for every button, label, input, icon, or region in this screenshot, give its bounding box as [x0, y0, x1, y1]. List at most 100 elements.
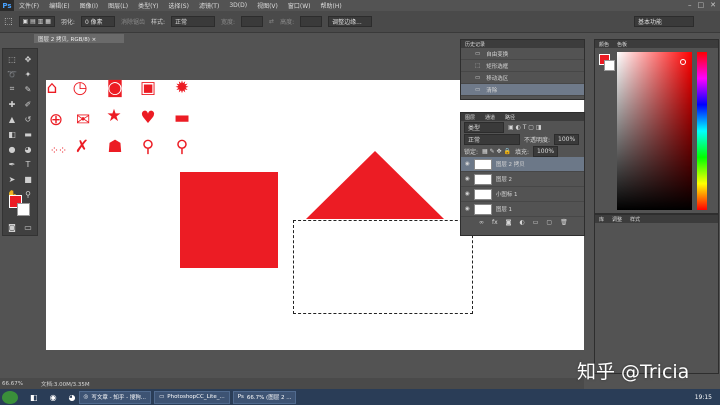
eraser-tool-icon[interactable]: ◧ — [6, 128, 18, 140]
screen-mode-icon[interactable]: ▭ — [22, 221, 34, 233]
tab-channels[interactable]: 通道 — [485, 114, 495, 121]
lock-icons[interactable]: ▦ ✎ ✥ 🔒 — [482, 148, 511, 155]
hue-slider[interactable] — [697, 52, 707, 210]
menu-view[interactable]: 视图(V) — [252, 1, 283, 10]
antialias-checkbox[interactable]: 消除锯齿 — [121, 17, 145, 26]
layer-row[interactable]: ◉ 图层 2 — [461, 172, 584, 187]
zoom-tool-icon[interactable]: ⚲ — [22, 188, 34, 200]
menu-filter[interactable]: 滤镜(T) — [194, 1, 224, 10]
lasso-tool-icon[interactable]: ➰ — [6, 68, 18, 80]
height-input[interactable] — [300, 16, 323, 27]
history-item[interactable]: ▭ 自由变换 — [461, 48, 584, 60]
menu-select[interactable]: 选择(S) — [163, 1, 194, 10]
photoshop-icon: Ps — [237, 394, 244, 400]
opacity-input[interactable]: 100% — [554, 133, 580, 145]
selection-marquee — [293, 220, 473, 314]
color-picker-field[interactable] — [617, 52, 692, 210]
minimize-icon[interactable]: – — [688, 1, 692, 9]
menu-file[interactable]: 文件(F) — [14, 1, 44, 10]
shape-tool-icon[interactable]: ■ — [22, 173, 34, 185]
path-select-icon[interactable]: ➤ — [6, 173, 18, 185]
history-item-selected[interactable]: ▭ 清除 — [461, 84, 584, 96]
marquee-tool-icon[interactable]: ⬚ — [4, 17, 13, 27]
background-color-swatch[interactable] — [604, 60, 615, 71]
pen-tool-icon[interactable]: ✒ — [6, 158, 18, 170]
adjust-tabs: 库 调整 样式 — [595, 215, 718, 223]
eyedropper-icon[interactable]: ✎ — [22, 83, 34, 95]
blend-mode-select[interactable]: 正常 — [464, 133, 520, 145]
quick-mask-icon[interactable]: ◙ — [6, 221, 18, 233]
eye-icon[interactable]: ◉ — [465, 191, 470, 197]
history-item[interactable]: ▭ 移动选区 — [461, 72, 584, 84]
tab-styles[interactable]: 样式 — [630, 216, 640, 223]
history-brush-icon[interactable]: ↺ — [22, 113, 34, 125]
layer-row[interactable]: ◉ 图层 1 — [461, 202, 584, 217]
taskbar-item-photoshop[interactable]: Ps 66.7% (图层 2 ... — [232, 390, 297, 404]
document-icon: ▭ — [475, 86, 481, 93]
taskbar-item-folder[interactable]: ▭ PhotoshopCC_Lite_... — [154, 390, 230, 404]
maximize-icon[interactable]: □ — [698, 1, 705, 9]
menu-type[interactable]: 类型(Y) — [133, 1, 163, 10]
menu-edit[interactable]: 编辑(E) — [44, 1, 74, 10]
layer-row[interactable]: ◉ 图层 2 拷贝 — [461, 157, 584, 172]
menu-window[interactable]: 窗口(W) — [283, 1, 316, 10]
start-button[interactable] — [2, 390, 18, 404]
brush-tool-icon[interactable]: ✐ — [22, 98, 34, 110]
style-select[interactable]: 正常 — [171, 16, 215, 27]
color-picker-cursor[interactable] — [680, 59, 686, 65]
marquee-tool-icon[interactable]: ⬚ — [6, 53, 18, 65]
layer-kind-select[interactable]: 类型 — [464, 121, 504, 133]
explorer-icon[interactable]: ◧ — [30, 393, 38, 402]
selection-mode-buttons[interactable]: ▣ ▤ ▥ ▦ — [18, 16, 55, 27]
menu-help[interactable]: 帮助(H) — [316, 1, 347, 10]
menu-image[interactable]: 图像(I) — [75, 1, 103, 10]
menu-layer[interactable]: 图层(L) — [103, 1, 133, 10]
opacity-label: 不透明度: — [524, 136, 551, 144]
menu-3d[interactable]: 3D(D) — [224, 2, 252, 9]
new-layer-icon[interactable]: ▢ — [546, 219, 552, 226]
fill-input[interactable]: 100% — [532, 145, 559, 157]
feather-input[interactable]: 0 像素 — [80, 16, 115, 27]
photoshop-logo: Ps — [0, 0, 14, 11]
chrome-icon[interactable]: ◕ — [69, 393, 76, 402]
filter-icons[interactable]: ▣ ◐ T ▢ ◨ — [508, 124, 542, 131]
swap-icon[interactable]: ⇄ — [269, 18, 274, 25]
tab-color[interactable]: 颜色 — [599, 41, 609, 48]
adjustment-icon[interactable]: ◐ — [520, 219, 525, 226]
tab-adjustments[interactable]: 调整 — [612, 216, 622, 223]
mask-icon[interactable]: ◙ — [506, 219, 512, 226]
folder-icon[interactable]: ▭ — [533, 219, 539, 226]
trash-icon[interactable]: 🗑 — [560, 219, 568, 226]
history-tab[interactable]: 历史记录 — [461, 40, 584, 48]
workspace-select[interactable]: 基本功能 — [634, 16, 694, 27]
tab-libraries[interactable]: 库 — [599, 216, 604, 223]
fx-icon[interactable]: fx — [492, 219, 498, 226]
layer-row[interactable]: ◉ 小图标 1 — [461, 187, 584, 202]
healing-brush-icon[interactable]: ✚ — [6, 98, 18, 110]
eye-icon[interactable]: ◉ — [465, 161, 470, 167]
blur-tool-icon[interactable]: ● — [6, 143, 18, 155]
type-tool-icon[interactable]: T — [22, 158, 34, 170]
magic-wand-icon[interactable]: ✦ — [22, 68, 34, 80]
dodge-tool-icon[interactable]: ◕ — [22, 143, 34, 155]
eye-icon[interactable]: ◉ — [465, 206, 470, 212]
tab-layers[interactable]: 图层 — [465, 114, 475, 121]
zoom-level[interactable]: 66.67% — [2, 381, 23, 387]
refine-edge-button[interactable]: 调整边缘... — [328, 16, 373, 27]
layer-thumbnail — [473, 203, 492, 215]
background-color-swatch[interactable] — [17, 203, 30, 216]
eye-icon[interactable]: ◉ — [465, 176, 470, 182]
gradient-tool-icon[interactable]: ▬ — [22, 128, 34, 140]
history-item[interactable]: ⬚ 矩形选框 — [461, 60, 584, 72]
stamp-tool-icon[interactable]: ▲ — [6, 113, 18, 125]
document-tab[interactable]: 图层 2 拷贝, RGB/8) × — [34, 34, 124, 43]
width-input[interactable] — [241, 16, 264, 27]
close-icon[interactable]: ✕ — [710, 1, 716, 9]
crop-tool-icon[interactable]: ⌗ — [6, 83, 18, 95]
tab-swatches[interactable]: 色板 — [617, 41, 627, 48]
move-tool-icon[interactable]: ✥ — [22, 53, 34, 65]
taskbar-item-browser[interactable]: ◎ 写文章 - 知乎 - 搜狗... — [78, 390, 152, 404]
link-icon[interactable]: ∞ — [479, 219, 484, 226]
tab-paths[interactable]: 路径 — [505, 114, 515, 121]
media-player-icon[interactable]: ◉ — [50, 393, 57, 402]
